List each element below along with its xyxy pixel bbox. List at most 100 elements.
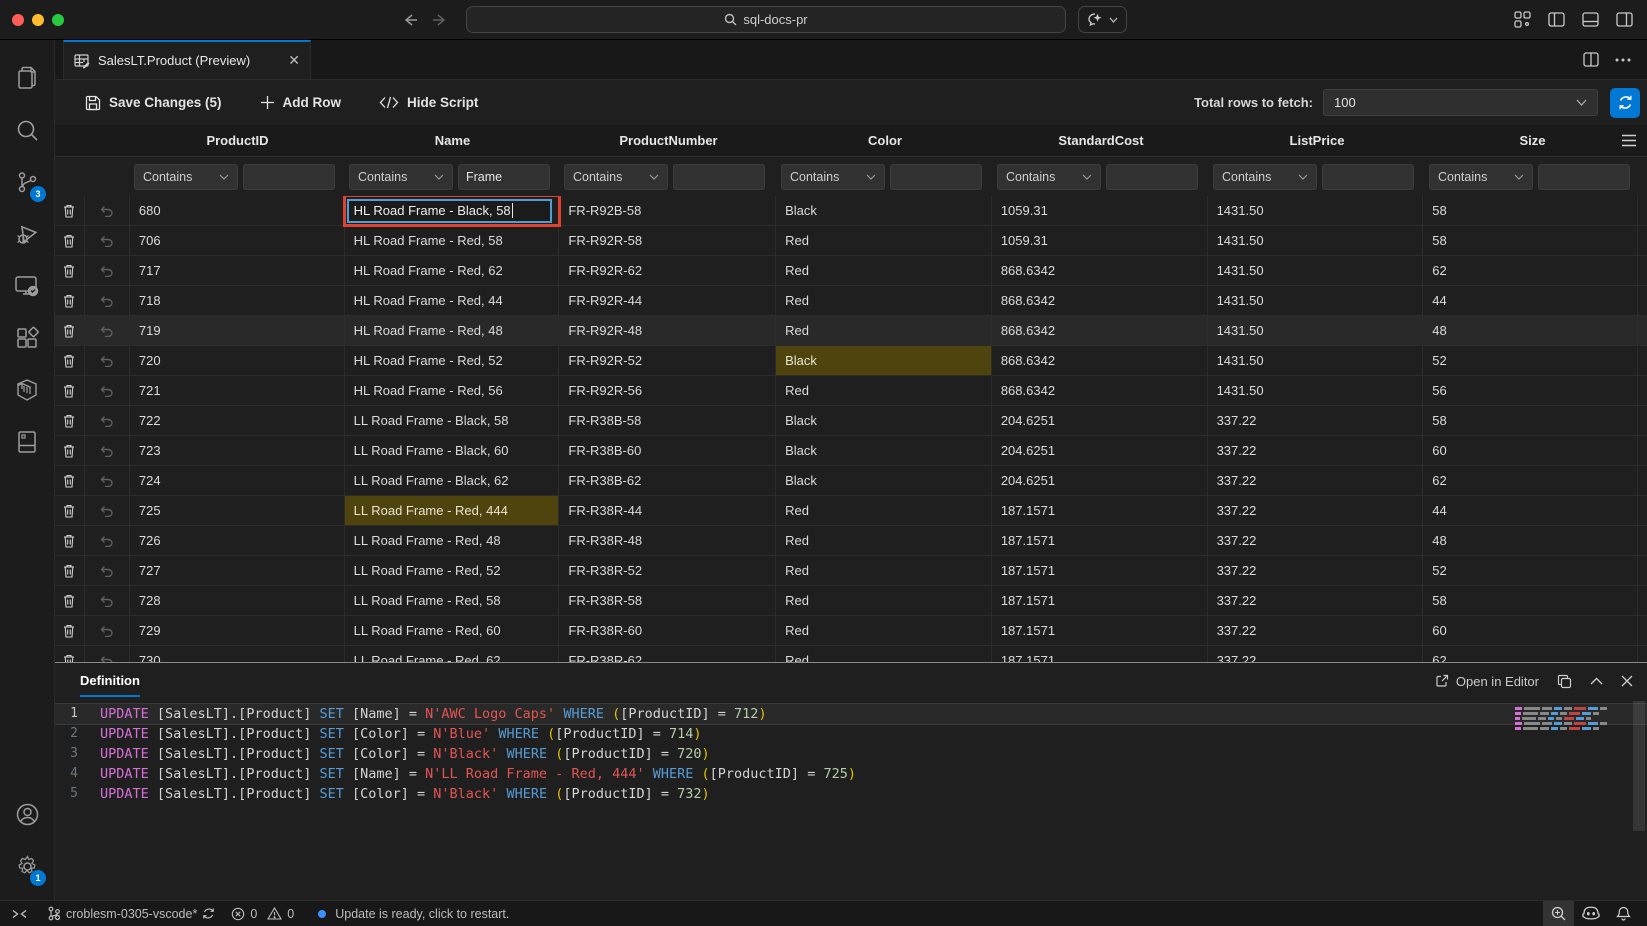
cell-name[interactable]: LL Road Frame - Red, 60	[345, 616, 560, 645]
cell-productid[interactable]: 726	[130, 526, 345, 555]
cell-listprice[interactable]: 337.22	[1208, 436, 1424, 465]
cell-size[interactable]: 62	[1423, 466, 1638, 495]
cell-productid[interactable]: 728	[130, 586, 345, 615]
customize-layout-icon[interactable]	[1514, 11, 1531, 28]
cell-productnumber[interactable]: FR-R38R-62	[559, 646, 776, 662]
cell-size[interactable]: 52	[1423, 346, 1638, 375]
cell-productnumber[interactable]: FR-R92B-58	[559, 196, 776, 225]
undo-row-button[interactable]	[85, 616, 130, 645]
cell-listprice[interactable]: 337.22	[1208, 646, 1424, 662]
cell-size[interactable]: 60	[1423, 616, 1638, 645]
close-window-button[interactable]	[12, 14, 24, 26]
cell-size[interactable]: 62	[1423, 256, 1638, 285]
run-debug-icon[interactable]	[3, 208, 51, 260]
filter-operator-color[interactable]: Contains	[781, 164, 885, 190]
cell-name[interactable]: HL Road Frame - Black, 58	[345, 196, 560, 225]
cell-standardcost[interactable]: 868.6342	[992, 346, 1208, 375]
cell-name[interactable]: LL Road Frame - Red, 58	[345, 586, 560, 615]
cell-color[interactable]: Red	[776, 286, 992, 315]
cell-productid[interactable]: 727	[130, 556, 345, 585]
cell-color[interactable]: Red	[776, 586, 992, 615]
undo-row-button[interactable]	[85, 196, 130, 225]
delete-row-button[interactable]	[55, 436, 85, 465]
cell-size[interactable]: 58	[1423, 196, 1638, 225]
column-header-color[interactable]: Color	[777, 133, 993, 148]
filter-operator-standardcost[interactable]: Contains	[997, 164, 1101, 190]
cell-name[interactable]: HL Road Frame - Red, 62	[345, 256, 560, 285]
open-in-editor-button[interactable]: Open in Editor	[1435, 674, 1539, 689]
delete-row-button[interactable]	[55, 586, 85, 615]
cell-listprice[interactable]: 1431.50	[1208, 286, 1424, 315]
cell-listprice[interactable]: 1431.50	[1208, 226, 1424, 255]
cell-productnumber[interactable]: FR-R92R-56	[559, 376, 776, 405]
undo-row-button[interactable]	[85, 376, 130, 405]
cell-listprice[interactable]: 1431.50	[1208, 316, 1424, 345]
cell-productid[interactable]: 729	[130, 616, 345, 645]
extensions-icon[interactable]	[3, 312, 51, 364]
delete-row-button[interactable]	[55, 406, 85, 435]
cell-productid[interactable]: 730	[130, 646, 345, 662]
cell-color[interactable]: Red	[776, 556, 992, 585]
cell-name[interactable]: LL Road Frame - Red, 52	[345, 556, 560, 585]
filter-input-name[interactable]: Frame	[458, 164, 550, 190]
cell-productid[interactable]: 721	[130, 376, 345, 405]
undo-row-button[interactable]	[85, 436, 130, 465]
toggle-secondary-sidebar-icon[interactable]	[1616, 12, 1633, 27]
cell-name[interactable]: HL Road Frame - Red, 44	[345, 286, 560, 315]
cell-name[interactable]: HL Road Frame - Red, 58	[345, 226, 560, 255]
cell-name[interactable]: LL Road Frame - Black, 62	[345, 466, 560, 495]
undo-row-button[interactable]	[85, 646, 130, 662]
cell-productid[interactable]: 719	[130, 316, 345, 345]
cell-color[interactable]: Red	[776, 316, 992, 345]
cell-size[interactable]: 60	[1423, 436, 1638, 465]
cell-listprice[interactable]: 1431.50	[1208, 256, 1424, 285]
cell-name[interactable]: LL Road Frame - Red, 444	[345, 496, 560, 525]
cell-color[interactable]: Red	[776, 646, 992, 662]
cell-standardcost[interactable]: 868.6342	[992, 286, 1208, 315]
undo-row-button[interactable]	[85, 496, 130, 525]
cell-standardcost[interactable]: 868.6342	[992, 376, 1208, 405]
filter-input-standardcost[interactable]	[1106, 164, 1198, 190]
column-header-size[interactable]: Size	[1425, 133, 1640, 148]
panel-scrollbar[interactable]	[1633, 701, 1645, 831]
cell-size[interactable]: 48	[1423, 526, 1638, 555]
cell-productid[interactable]: 724	[130, 466, 345, 495]
cell-color[interactable]: Red	[776, 226, 992, 255]
cell-listprice[interactable]: 1431.50	[1208, 196, 1424, 225]
cell-size[interactable]: 58	[1423, 586, 1638, 615]
cell-standardcost[interactable]: 868.6342	[992, 316, 1208, 345]
filter-operator-listprice[interactable]: Contains	[1213, 164, 1317, 190]
delete-row-button[interactable]	[55, 496, 85, 525]
cell-standardcost[interactable]: 1059.31	[992, 226, 1208, 255]
cell-color[interactable]: Black	[776, 406, 992, 435]
tab-salesLT-product[interactable]: SalesLT.Product (Preview) ✕	[63, 40, 311, 79]
delete-row-button[interactable]	[55, 466, 85, 495]
cell-productnumber[interactable]: FR-R92R-48	[559, 316, 776, 345]
sql-code-editor[interactable]: 1 UPDATE [SalesLT].[Product] SET [Name] …	[55, 699, 1647, 900]
cell-listprice[interactable]: 1431.50	[1208, 346, 1424, 375]
cell-productnumber[interactable]: FR-R38R-60	[559, 616, 776, 645]
cell-standardcost[interactable]: 204.6251	[992, 466, 1208, 495]
cell-listprice[interactable]: 337.22	[1208, 496, 1424, 525]
cell-name[interactable]: LL Road Frame - Black, 58	[345, 406, 560, 435]
delete-row-button[interactable]	[55, 256, 85, 285]
search-view-icon[interactable]	[3, 104, 51, 156]
filter-operator-size[interactable]: Contains	[1429, 164, 1533, 190]
remote-indicator[interactable]	[0, 901, 39, 926]
delete-row-button[interactable]	[55, 376, 85, 405]
maximize-window-button[interactable]	[52, 14, 64, 26]
filter-input-productid[interactable]	[243, 164, 335, 190]
collapse-panel-icon[interactable]	[1590, 677, 1603, 685]
cell-productnumber[interactable]: FR-R38B-58	[559, 406, 776, 435]
delete-row-button[interactable]	[55, 226, 85, 255]
column-header-name[interactable]: Name	[345, 133, 560, 148]
more-actions-icon[interactable]	[1615, 58, 1631, 62]
database-projects-icon[interactable]	[3, 416, 51, 468]
cell-color[interactable]: Black	[776, 196, 992, 225]
zoom-indicator[interactable]	[1543, 901, 1574, 926]
explorer-icon[interactable]	[3, 52, 51, 104]
source-control-icon[interactable]: 3	[3, 156, 51, 208]
cell-color[interactable]: Red	[776, 526, 992, 555]
cell-productnumber[interactable]: FR-R38R-48	[559, 526, 776, 555]
cell-productnumber[interactable]: FR-R38R-58	[559, 586, 776, 615]
